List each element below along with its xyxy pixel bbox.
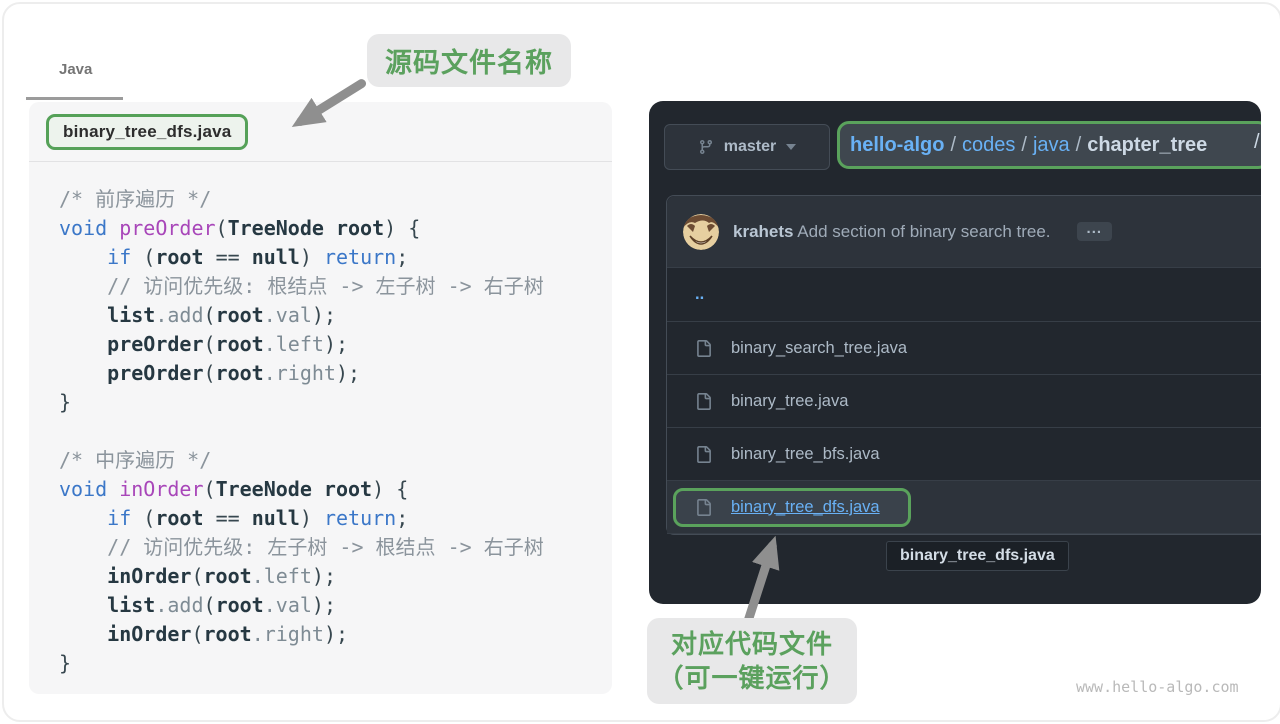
branch-selector-button[interactable]: master [664,124,830,170]
parent-directory-row[interactable]: .. [667,268,1261,322]
commit-summary: krahets Add section of binary search tre… [733,222,1051,242]
annotation-code-file-line2: （可一键运行） [647,661,857,695]
file-name[interactable]: binary_tree_bfs.java [731,445,880,464]
breadcrumb-trailing-slash: / [1254,131,1260,154]
tab-java[interactable]: Java [59,61,92,78]
file-icon [695,446,712,463]
source-filename-chip: binary_tree_dfs.java [46,114,248,150]
code-block: /* 前序遍历 */void preOrder(TreeNode root) {… [29,162,612,678]
commit-author: krahets [733,222,793,241]
git-branch-icon [698,139,714,155]
breadcrumb-separator: / [1015,134,1033,157]
avatar[interactable] [683,214,719,250]
file-icon [695,393,712,410]
commit-message: Add section of binary search tree. [793,222,1050,241]
file-name[interactable]: binary_search_tree.java [731,339,907,358]
chevron-down-icon [786,144,796,150]
file-tooltip: binary_tree_dfs.java [886,541,1069,571]
file-row[interactable]: binary_tree_bfs.java [667,428,1261,481]
highlighted-file-row[interactable]: binary_tree_dfs.java [667,481,1261,534]
screenshot-root: Java binary_tree_dfs.java /* 前序遍历 */void… [2,2,1280,722]
file-row[interactable]: binary_tree.java [667,375,1261,428]
annotation-code-file: 对应代码文件 （可一键运行） [647,618,857,704]
breadcrumb-separator: / [1070,134,1088,157]
latest-commit-row: krahets Add section of binary search tre… [667,196,1261,268]
breadcrumb-java-link[interactable]: java [1033,134,1070,157]
annotation-code-file-line1: 对应代码文件 [647,627,857,661]
file-icon [695,340,712,357]
file-icon [695,499,712,516]
file-name[interactable]: binary_tree.java [731,392,848,411]
breadcrumb-separator: / [944,134,962,157]
breadcrumb-repo-link[interactable]: hello-algo [850,134,944,157]
file-listing-table: krahets Add section of binary search tre… [666,195,1261,535]
branch-name: master [724,138,776,156]
breadcrumb: hello-algo / codes / java / chapter_tree [837,121,1261,169]
breadcrumb-codes-link[interactable]: codes [962,134,1015,157]
commit-more-button[interactable]: ... [1077,222,1113,241]
code-file-header: binary_tree_dfs.java [29,102,612,162]
github-file-browser: master hello-algo / codes / java / chapt… [649,101,1261,604]
watermark-url: www.hello-algo.com [1076,678,1239,696]
breadcrumb-current-dir: chapter_tree [1087,134,1207,157]
highlighted-file-link[interactable]: binary_tree_dfs.java [731,498,880,517]
highlighted-file-chip: binary_tree_dfs.java [673,488,911,527]
parent-directory-link[interactable]: .. [695,285,704,304]
code-card: binary_tree_dfs.java /* 前序遍历 */void preO… [29,102,612,694]
annotation-source-filename: 源码文件名称 [367,34,571,87]
tab-active-indicator [26,97,123,100]
file-row[interactable]: binary_search_tree.java [667,322,1261,375]
